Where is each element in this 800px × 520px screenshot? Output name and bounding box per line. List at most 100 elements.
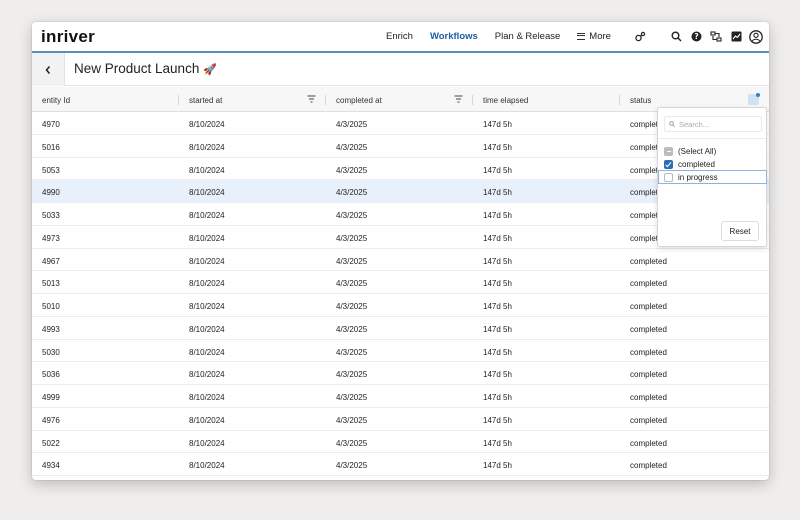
cell-completed-at[interactable]: 4/3/2025 (326, 453, 473, 475)
connect-icon[interactable] (709, 30, 723, 44)
cell-time-elapsed[interactable]: 147d 5h (473, 385, 620, 407)
cell-started-at[interactable]: 8/10/2024 (179, 203, 326, 225)
cell-started-at[interactable]: 8/10/2024 (179, 249, 326, 271)
cell-entity-id[interactable]: 4976 (32, 408, 179, 430)
filter-option-completed[interactable]: completed (664, 158, 766, 170)
filter-option-in-progress[interactable]: in progress (658, 170, 767, 184)
cell-time-elapsed[interactable]: 147d 5h (473, 294, 620, 316)
cell-status[interactable]: completed (620, 317, 767, 339)
cell-time-elapsed[interactable]: 147d 5h (473, 158, 620, 180)
table-row[interactable]: 4999 8/10/2024 4/3/2025 147d 5h completed (32, 385, 769, 408)
settings-link-icon[interactable] (633, 30, 647, 44)
help-icon[interactable]: ? (689, 30, 703, 44)
cell-entity-id[interactable]: 5030 (32, 340, 179, 362)
cell-status[interactable]: completed (620, 362, 767, 384)
nav-more-menu[interactable]: More (577, 31, 611, 42)
cell-entity-id[interactable]: 4970 (32, 112, 179, 134)
checkbox-unchecked-icon[interactable] (664, 172, 673, 182)
cell-entity-id[interactable]: 4973 (32, 226, 179, 248)
cell-time-elapsed[interactable]: 147d 5h (473, 271, 620, 293)
cell-started-at[interactable]: 8/10/2024 (179, 317, 326, 339)
cell-started-at[interactable]: 8/10/2024 (179, 271, 326, 293)
cell-status[interactable]: completed (620, 249, 767, 271)
cell-entity-id[interactable]: 5036 (32, 362, 179, 384)
back-button[interactable] (32, 53, 65, 86)
cell-completed-at[interactable]: 4/3/2025 (326, 408, 473, 430)
table-row[interactable]: 5030 8/10/2024 4/3/2025 147d 5h completed (32, 340, 769, 363)
checkbox-checked-icon[interactable] (664, 159, 673, 169)
cell-completed-at[interactable]: 4/3/2025 (326, 180, 473, 202)
cell-started-at[interactable]: 8/10/2024 (179, 112, 326, 134)
cell-started-at[interactable]: 8/10/2024 (179, 453, 326, 475)
cell-completed-at[interactable]: 4/3/2025 (326, 431, 473, 453)
cell-time-elapsed[interactable]: 147d 5h (473, 317, 620, 339)
cell-entity-id[interactable]: 5010 (32, 294, 179, 316)
table-row[interactable]: 5036 8/10/2024 4/3/2025 147d 5h completed (32, 362, 769, 385)
cell-completed-at[interactable]: 4/3/2025 (326, 249, 473, 271)
cell-status[interactable]: completed (620, 431, 767, 453)
cell-status[interactable]: completed (620, 453, 767, 475)
cell-completed-at[interactable]: 4/3/2025 (326, 158, 473, 180)
table-row[interactable]: 4993 8/10/2024 4/3/2025 147d 5h completed (32, 317, 769, 340)
chart-icon[interactable] (729, 30, 743, 44)
filter-option-select-all[interactable]: (Select All) (664, 145, 766, 157)
column-header-entity-id[interactable]: entity Id (32, 87, 179, 112)
nav-link-enrich[interactable]: Enrich (386, 31, 413, 42)
nav-link-plan-release[interactable]: Plan & Release (495, 31, 560, 42)
cell-entity-id[interactable]: 5016 (32, 135, 179, 157)
app-logo[interactable]: inriver (41, 27, 95, 47)
cell-time-elapsed[interactable]: 147d 5h (473, 453, 620, 475)
cell-completed-at[interactable]: 4/3/2025 (326, 135, 473, 157)
cell-started-at[interactable]: 8/10/2024 (179, 158, 326, 180)
table-row[interactable]: 5013 8/10/2024 4/3/2025 147d 5h completed (32, 271, 769, 294)
cell-started-at[interactable]: 8/10/2024 (179, 362, 326, 384)
table-row[interactable]: 4967 8/10/2024 4/3/2025 147d 5h completed (32, 249, 769, 272)
cell-time-elapsed[interactable]: 147d 5h (473, 249, 620, 271)
table-row[interactable]: 5010 8/10/2024 4/3/2025 147d 5h completed (32, 294, 769, 317)
cell-started-at[interactable]: 8/10/2024 (179, 180, 326, 202)
cell-entity-id[interactable]: 5013 (32, 271, 179, 293)
cell-completed-at[interactable]: 4/3/2025 (326, 340, 473, 362)
cell-entity-id[interactable]: 5053 (32, 158, 179, 180)
checkbox-indeterminate-icon[interactable] (664, 146, 673, 156)
column-header-started-at[interactable]: started at (179, 87, 326, 112)
user-avatar-icon[interactable] (749, 29, 763, 44)
cell-started-at[interactable]: 8/10/2024 (179, 340, 326, 362)
column-header-time-elapsed[interactable]: time elapsed (473, 87, 620, 112)
cell-completed-at[interactable]: 4/3/2025 (326, 226, 473, 248)
cell-time-elapsed[interactable]: 147d 5h (473, 135, 620, 157)
cell-time-elapsed[interactable]: 147d 5h (473, 408, 620, 430)
cell-completed-at[interactable]: 4/3/2025 (326, 294, 473, 316)
cell-started-at[interactable]: 8/10/2024 (179, 294, 326, 316)
cell-status[interactable]: completed (620, 385, 767, 407)
filter-icon[interactable] (307, 95, 316, 103)
cell-status[interactable]: completed (620, 408, 767, 430)
table-row[interactable]: 4934 8/10/2024 4/3/2025 147d 5h completed (32, 453, 769, 476)
cell-entity-id[interactable]: 4993 (32, 317, 179, 339)
column-header-completed-at[interactable]: completed at (326, 87, 473, 112)
cell-status[interactable]: completed (620, 271, 767, 293)
cell-time-elapsed[interactable]: 147d 5h (473, 112, 620, 134)
reset-button[interactable]: Reset (721, 221, 759, 241)
nav-link-workflows[interactable]: Workflows (430, 31, 478, 42)
cell-status[interactable]: completed (620, 340, 767, 362)
cell-started-at[interactable]: 8/10/2024 (179, 408, 326, 430)
cell-started-at[interactable]: 8/10/2024 (179, 135, 326, 157)
cell-time-elapsed[interactable]: 147d 5h (473, 180, 620, 202)
cell-completed-at[interactable]: 4/3/2025 (326, 317, 473, 339)
cell-started-at[interactable]: 8/10/2024 (179, 385, 326, 407)
cell-time-elapsed[interactable]: 147d 5h (473, 431, 620, 453)
cell-completed-at[interactable]: 4/3/2025 (326, 203, 473, 225)
cell-entity-id[interactable]: 4999 (32, 385, 179, 407)
cell-entity-id[interactable]: 5022 (32, 431, 179, 453)
filter-icon[interactable] (454, 95, 463, 103)
cell-time-elapsed[interactable]: 147d 5h (473, 362, 620, 384)
cell-time-elapsed[interactable]: 147d 5h (473, 340, 620, 362)
cell-started-at[interactable]: 8/10/2024 (179, 431, 326, 453)
cell-started-at[interactable]: 8/10/2024 (179, 226, 326, 248)
cell-completed-at[interactable]: 4/3/2025 (326, 385, 473, 407)
cell-entity-id[interactable]: 4990 (32, 180, 179, 202)
cell-time-elapsed[interactable]: 147d 5h (473, 226, 620, 248)
cell-completed-at[interactable]: 4/3/2025 (326, 271, 473, 293)
filter-search-input[interactable]: Search... (664, 116, 762, 132)
